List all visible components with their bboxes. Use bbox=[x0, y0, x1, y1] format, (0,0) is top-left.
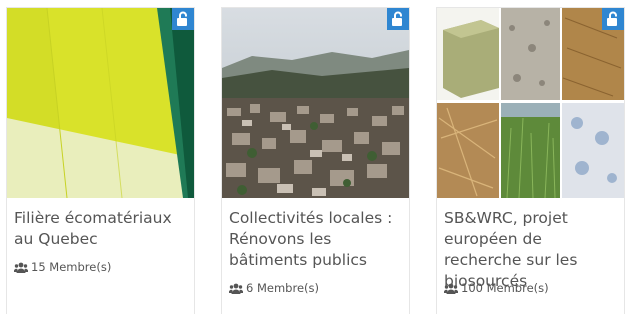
group-title[interactable]: SB&WRC, projet européen de recherche sur… bbox=[444, 208, 620, 292]
member-count-label: 15 Membre(s) bbox=[31, 260, 112, 274]
group-thumbnail[interactable] bbox=[437, 8, 624, 198]
member-count: 100 Membre(s) bbox=[444, 281, 549, 295]
users-icon bbox=[14, 262, 28, 273]
group-card-sbwrc[interactable]: SB&WRC, projet européen de recherche sur… bbox=[436, 7, 625, 314]
unlock-icon bbox=[387, 8, 409, 30]
group-title[interactable]: Filière écomatériaux au Quebec bbox=[14, 208, 190, 250]
member-count-label: 100 Membre(s) bbox=[461, 281, 549, 295]
group-card-collectivites[interactable]: Collectivités locales : Rénovons les bât… bbox=[221, 7, 410, 314]
unlock-icon bbox=[172, 8, 194, 30]
member-count: 6 Membre(s) bbox=[229, 281, 319, 295]
group-thumbnail[interactable] bbox=[7, 8, 194, 198]
users-icon bbox=[229, 283, 243, 294]
member-count-label: 6 Membre(s) bbox=[246, 281, 319, 295]
member-count: 15 Membre(s) bbox=[14, 260, 111, 274]
group-title[interactable]: Collectivités locales : Rénovons les bât… bbox=[229, 208, 405, 271]
group-card-ecomateriaux[interactable]: Filière écomatériaux au Quebec 15 Membre… bbox=[6, 7, 195, 314]
unlock-icon bbox=[602, 8, 624, 30]
group-thumbnail[interactable] bbox=[222, 8, 409, 198]
users-icon bbox=[444, 283, 458, 294]
